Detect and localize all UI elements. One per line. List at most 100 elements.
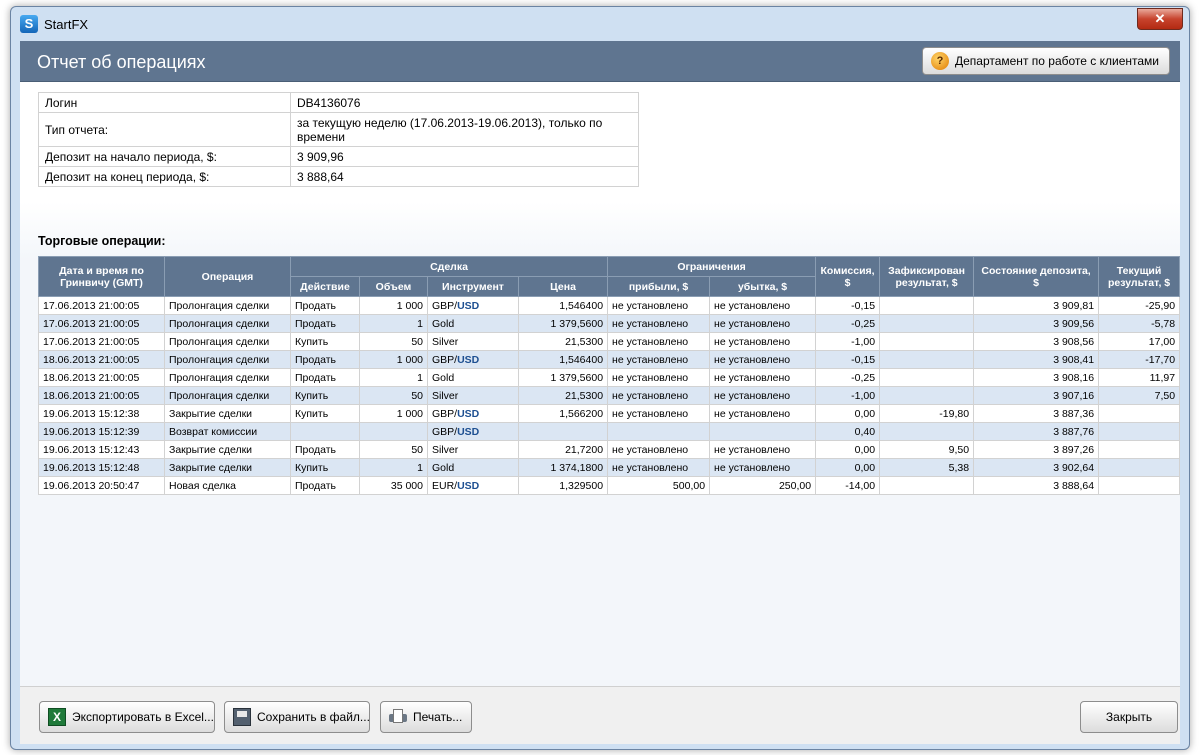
- cell-volume: 1: [359, 314, 428, 333]
- operations-table: Дата и время по Гринвичу (GMT) Операция …: [38, 256, 1181, 495]
- instrument-quote: USD: [457, 479, 480, 492]
- headset-icon: ?: [930, 52, 949, 70]
- cell-instrument: Silver: [427, 440, 519, 459]
- cell-price: 1,546400: [517, 296, 609, 315]
- cell-deposit-state: 3 908,16: [973, 368, 1100, 387]
- cell-deposit-state: 3 887,76: [973, 422, 1100, 441]
- cell-fixed-result: [879, 314, 975, 333]
- cell-deposit-state: 3 907,16: [973, 386, 1100, 405]
- cell-instrument: Gold: [427, 458, 519, 477]
- cell-fixed-result: -19,80: [879, 404, 975, 423]
- cell-volume: 1: [359, 368, 428, 387]
- cell-commission: -0,15: [815, 296, 881, 315]
- col-deposit-state[interactable]: Состояние депозита, $: [973, 256, 1100, 297]
- col-profit-limit[interactable]: прибыли, $: [607, 276, 711, 297]
- cell-operation: Пролонгация сделки: [164, 296, 291, 315]
- col-commission[interactable]: Комиссия, $: [815, 256, 881, 297]
- instrument-base: GBP/: [432, 425, 458, 438]
- info-row: Логин DB4136076: [38, 92, 639, 113]
- cell-commission: 0,40: [815, 422, 881, 441]
- table-row[interactable]: 18.06.2013 21:00:05 Пролонгация сделки Про…: [38, 368, 1181, 387]
- report-body: Логин DB4136076 Тип отчета: за текущую неде…: [20, 82, 1181, 686]
- cell-operation: Закрытие сделки: [164, 440, 291, 459]
- cell-current-result: [1098, 476, 1181, 495]
- cell-loss-limit: не установлено: [709, 440, 817, 459]
- cell-commission: 0,00: [815, 458, 881, 477]
- cell-operation: Новая сделка: [164, 476, 291, 495]
- col-operation[interactable]: Операция: [164, 256, 291, 297]
- cell-operation: Пролонгация сделки: [164, 314, 291, 333]
- col-instrument[interactable]: Инструмент: [427, 276, 519, 297]
- col-action[interactable]: Действие: [290, 276, 360, 297]
- save-to-file-button[interactable]: Сохранить в файл...: [224, 701, 370, 733]
- export-excel-button[interactable]: X Экспортировать в Excel...: [39, 701, 215, 733]
- cell-instrument: EUR/USD: [427, 476, 519, 495]
- cell-deposit-state: 3 887,36: [973, 404, 1100, 423]
- info-label: Депозит на начало периода, $:: [38, 146, 291, 167]
- print-label: Печать...: [413, 710, 463, 724]
- cell-action: Купить: [290, 386, 360, 405]
- cell-fixed-result: [879, 422, 975, 441]
- printer-icon: [389, 708, 407, 726]
- cell-deposit-state: 3 909,56: [973, 314, 1100, 333]
- cell-operation: Пролонгация сделки: [164, 368, 291, 387]
- info-value: за текущую неделю (17.06.2013-19.06.2013…: [290, 112, 639, 147]
- table-row[interactable]: 17.06.2013 21:00:05 Пролонгация сделки Куп…: [38, 332, 1181, 351]
- info-label: Депозит на конец периода, $:: [38, 166, 291, 187]
- table-row[interactable]: 18.06.2013 21:00:05 Пролонгация сделки Про…: [38, 350, 1181, 369]
- table-row[interactable]: 19.06.2013 15:12:43 Закрытие сделки Продат…: [38, 440, 1181, 459]
- instrument-base: Silver: [432, 443, 459, 456]
- report-window: S StartFX ✕ Отчет об операциях ? Департа…: [10, 6, 1190, 750]
- col-datetime[interactable]: Дата и время по Гринвичу (GMT): [38, 256, 165, 297]
- cell-datetime: 18.06.2013 21:00:05: [38, 368, 165, 387]
- cell-fixed-result: 5,38: [879, 458, 975, 477]
- table-row[interactable]: 19.06.2013 15:12:38 Закрытие сделки Купить…: [38, 404, 1181, 423]
- cell-volume: 1 000: [359, 350, 428, 369]
- cell-price: 1 379,5600: [517, 368, 609, 387]
- cell-action: Продать: [290, 476, 360, 495]
- window-client-area: Отчет об операциях ? Департамент по рабо…: [20, 41, 1181, 744]
- table-row[interactable]: 19.06.2013 15:12:48 Закрытие сделки Купить…: [38, 458, 1181, 477]
- close-button[interactable]: Закрыть: [1080, 701, 1178, 733]
- cell-loss-limit: не установлено: [709, 350, 817, 369]
- cell-action: [290, 422, 360, 441]
- cell-fixed-result: [879, 332, 975, 351]
- cell-fixed-result: [879, 476, 975, 495]
- print-button[interactable]: Печать...: [380, 701, 472, 733]
- info-row: Депозит на начало периода, $: 3 909,96: [38, 146, 639, 167]
- client-department-button[interactable]: ? Департамент по работе с клиентами: [921, 47, 1170, 75]
- cell-operation: Пролонгация сделки: [164, 332, 291, 351]
- cell-profit-limit: не установлено: [607, 458, 711, 477]
- window-close-button[interactable]: ✕: [1137, 8, 1183, 30]
- cell-action: Продать: [290, 350, 360, 369]
- cell-price: 21,5300: [517, 386, 609, 405]
- table-row[interactable]: 17.06.2013 21:00:05 Пролонгация сделки Про…: [38, 314, 1181, 333]
- table-row[interactable]: 19.06.2013 20:50:47 Новая сделка Продать 35…: [38, 476, 1181, 495]
- col-loss-limit[interactable]: убытка, $: [709, 276, 817, 297]
- cell-current-result: 11,97: [1098, 368, 1181, 387]
- table-row[interactable]: 18.06.2013 21:00:05 Пролонгация сделки Куп…: [38, 386, 1181, 405]
- title-bar[interactable]: S StartFX ✕: [11, 7, 1189, 41]
- cell-profit-limit: не установлено: [607, 386, 711, 405]
- instrument-base: EUR/: [432, 479, 458, 492]
- cell-deposit-state: 3 902,64: [973, 458, 1100, 477]
- info-value: DB4136076: [290, 92, 639, 113]
- col-fixed-result[interactable]: Зафиксирован результат, $: [879, 256, 975, 297]
- cell-price: 1,329500: [517, 476, 609, 495]
- cell-current-result: [1098, 422, 1181, 441]
- save-to-file-label: Сохранить в файл...: [257, 710, 370, 724]
- cell-fixed-result: [879, 386, 975, 405]
- cell-volume: 50: [359, 332, 428, 351]
- cell-instrument: Silver: [427, 332, 519, 351]
- cell-commission: -0,25: [815, 314, 881, 333]
- table-row[interactable]: 19.06.2013 15:12:39 Возврат комиссии GBP/U…: [38, 422, 1181, 441]
- table-row[interactable]: 17.06.2013 21:00:05 Пролонгация сделки Про…: [38, 296, 1181, 315]
- export-excel-label: Экспортировать в Excel...: [72, 710, 214, 724]
- col-volume[interactable]: Объем: [359, 276, 428, 297]
- instrument-quote: USD: [457, 353, 480, 366]
- cell-operation: Закрытие сделки: [164, 458, 291, 477]
- col-current-result[interactable]: Текущий результат, $: [1098, 256, 1181, 297]
- cell-datetime: 17.06.2013 21:00:05: [38, 296, 165, 315]
- col-price[interactable]: Цена: [517, 276, 609, 297]
- cell-action: Купить: [290, 458, 360, 477]
